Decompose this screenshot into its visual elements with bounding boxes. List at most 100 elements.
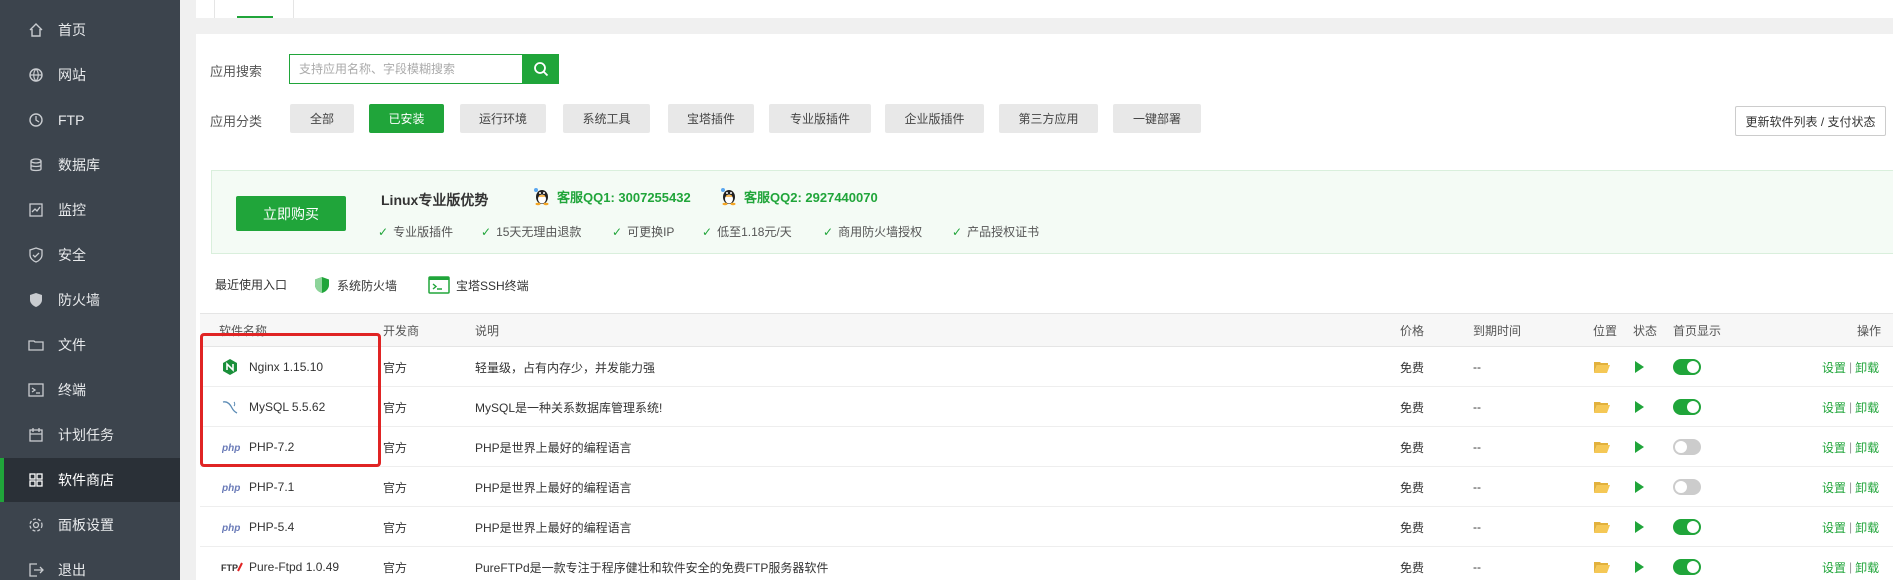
homepage-display-toggle[interactable] (1673, 399, 1701, 415)
col-description: 说明 (475, 324, 500, 338)
location-cell (1594, 547, 1610, 580)
feature-item: ✓ 专业版插件 (378, 224, 454, 240)
sidebar-item-cron[interactable]: 计划任务 (0, 413, 180, 457)
settings-link[interactable]: 设置 (1822, 559, 1846, 576)
tab-software-store[interactable] (214, 0, 294, 18)
sidebar-item-logout[interactable]: 退出 (0, 548, 180, 580)
open-folder-icon[interactable] (1594, 481, 1610, 493)
svg-text:php: php (222, 443, 240, 453)
description: PHP是世界上最好的编程语言 (475, 440, 632, 455)
uninstall-link[interactable]: 卸载 (1855, 479, 1879, 496)
settings-link[interactable]: 设置 (1822, 359, 1846, 376)
promo-title: Linux专业版优势 (381, 192, 489, 208)
developer: 官方 (383, 520, 408, 535)
homepage-display-toggle[interactable] (1673, 559, 1701, 575)
sidebar-item-software-store[interactable]: 软件商店 (0, 458, 180, 502)
expire-cell: -- (1473, 467, 1481, 507)
category-all[interactable]: 全部 (290, 104, 354, 133)
sidebar-item-terminal[interactable]: 终端 (0, 368, 180, 412)
sidebar-item-home[interactable]: 首页 (0, 8, 180, 52)
sidebar-item-label: 软件商店 (58, 472, 114, 488)
open-folder-icon[interactable] (1594, 521, 1610, 533)
homepage-display-toggle[interactable] (1673, 519, 1701, 535)
sidebar-item-security[interactable]: 安全 (0, 233, 180, 277)
running-play-icon[interactable] (1635, 361, 1644, 373)
software-name-cell[interactable]: php PHP-5.4 (221, 507, 294, 547)
price: 免费 (1400, 440, 1425, 455)
category-bt-plugins[interactable]: 宝塔插件 (668, 104, 754, 133)
price: 免费 (1400, 360, 1425, 375)
qq-contact-1[interactable]: 客服QQ1: 3007255432 (532, 186, 691, 206)
software-name-cell[interactable]: php PHP-7.2 (221, 427, 294, 467)
uninstall-link[interactable]: 卸载 (1855, 399, 1879, 416)
running-play-icon[interactable] (1635, 561, 1644, 573)
category-runtime[interactable]: 运行环境 (460, 104, 546, 133)
running-play-icon[interactable] (1635, 441, 1644, 453)
running-play-icon[interactable] (1635, 481, 1644, 493)
uninstall-link[interactable]: 卸载 (1855, 559, 1879, 576)
sidebar-item-panel-settings[interactable]: 面板设置 (0, 503, 180, 547)
software-name: PHP-7.1 (249, 480, 295, 494)
running-play-icon[interactable] (1635, 521, 1644, 533)
sidebar-item-label: 首页 (58, 22, 86, 38)
sidebar-item-label: 退出 (58, 562, 86, 578)
col-actions: 操作 (1857, 324, 1882, 338)
expire-date: -- (1473, 520, 1481, 534)
category-installed[interactable]: 已安装 (369, 104, 444, 133)
logout-icon (28, 562, 44, 578)
settings-link[interactable]: 设置 (1822, 439, 1846, 456)
price-cell: 免费 (1400, 507, 1424, 547)
sidebar-item-ftp[interactable]: FTP (0, 98, 180, 142)
open-folder-icon[interactable] (1594, 361, 1610, 373)
category-one-click-deploy[interactable]: 一键部署 (1113, 104, 1201, 133)
description: MySQL是一种关系数据库管理系统! (475, 400, 663, 415)
software-name-cell[interactable]: MySQL 5.5.62 (221, 387, 325, 427)
running-play-icon[interactable] (1635, 401, 1644, 413)
uninstall-link[interactable]: 卸载 (1855, 519, 1879, 536)
sidebar-item-files[interactable]: 文件 (0, 323, 180, 367)
status-cell (1635, 507, 1644, 547)
settings-link[interactable]: 设置 (1822, 519, 1846, 536)
software-name-cell[interactable]: php PHP-7.1 (221, 467, 294, 507)
search-button[interactable] (522, 54, 559, 84)
category-enterprise-plugins[interactable]: 企业版插件 (885, 104, 984, 133)
gear-icon (28, 517, 44, 533)
open-folder-icon[interactable] (1594, 401, 1610, 413)
open-folder-icon[interactable] (1594, 441, 1610, 453)
search-input[interactable] (289, 54, 522, 84)
sidebar-item-database[interactable]: 数据库 (0, 143, 180, 187)
qq-penguin-icon (534, 188, 549, 206)
qq-penguin-icon (721, 188, 736, 206)
open-folder-icon[interactable] (1594, 561, 1610, 573)
sidebar-item-website[interactable]: 网站 (0, 53, 180, 97)
sidebar-item-firewall[interactable]: 防火墙 (0, 278, 180, 322)
category-pro-plugins[interactable]: 专业版插件 (769, 104, 871, 133)
uninstall-link[interactable]: 卸载 (1855, 359, 1879, 376)
developer-cell: 官方 (383, 467, 407, 507)
homepage-display-toggle[interactable] (1673, 479, 1701, 495)
buy-now-button[interactable]: 立即购买 (236, 196, 346, 231)
update-software-list-button[interactable]: 更新软件列表 / 支付状态 (1735, 106, 1886, 136)
globe-icon (28, 67, 44, 83)
recent-entry-firewall[interactable]: 系统防火墙 (313, 276, 397, 294)
category-system-tools[interactable]: 系统工具 (563, 104, 650, 133)
php-icon: php (221, 518, 245, 536)
homepage-display-cell (1673, 347, 1701, 387)
settings-link[interactable]: 设置 (1822, 479, 1846, 496)
recent-entry-ssh-terminal[interactable]: 宝塔SSH终端 (428, 276, 529, 294)
sidebar-item-label: FTP (58, 112, 85, 128)
database-icon (28, 157, 44, 173)
software-name-cell[interactable]: Nginx 1.15.10 (221, 347, 323, 387)
homepage-display-toggle[interactable] (1673, 359, 1701, 375)
homepage-display-toggle[interactable] (1673, 439, 1701, 455)
col-homepage-display: 首页显示 (1673, 324, 1722, 338)
sidebar-item-monitor[interactable]: 监控 (0, 188, 180, 232)
expire-date: -- (1473, 440, 1481, 454)
description-cell: 轻量级，占有内存少，并发能力强 (475, 347, 655, 387)
settings-link[interactable]: 设置 (1822, 399, 1846, 416)
qq-contact-2[interactable]: 客服QQ2: 2927440070 (719, 186, 878, 206)
category-third-party[interactable]: 第三方应用 (999, 104, 1098, 133)
software-name-cell[interactable]: FTP Pure-Ftpd 1.0.49 (221, 547, 339, 580)
uninstall-link[interactable]: 卸载 (1855, 439, 1879, 456)
description-cell: PureFTPd是一款专注于程序健壮和软件安全的免费FTP服务器软件 (475, 547, 828, 580)
